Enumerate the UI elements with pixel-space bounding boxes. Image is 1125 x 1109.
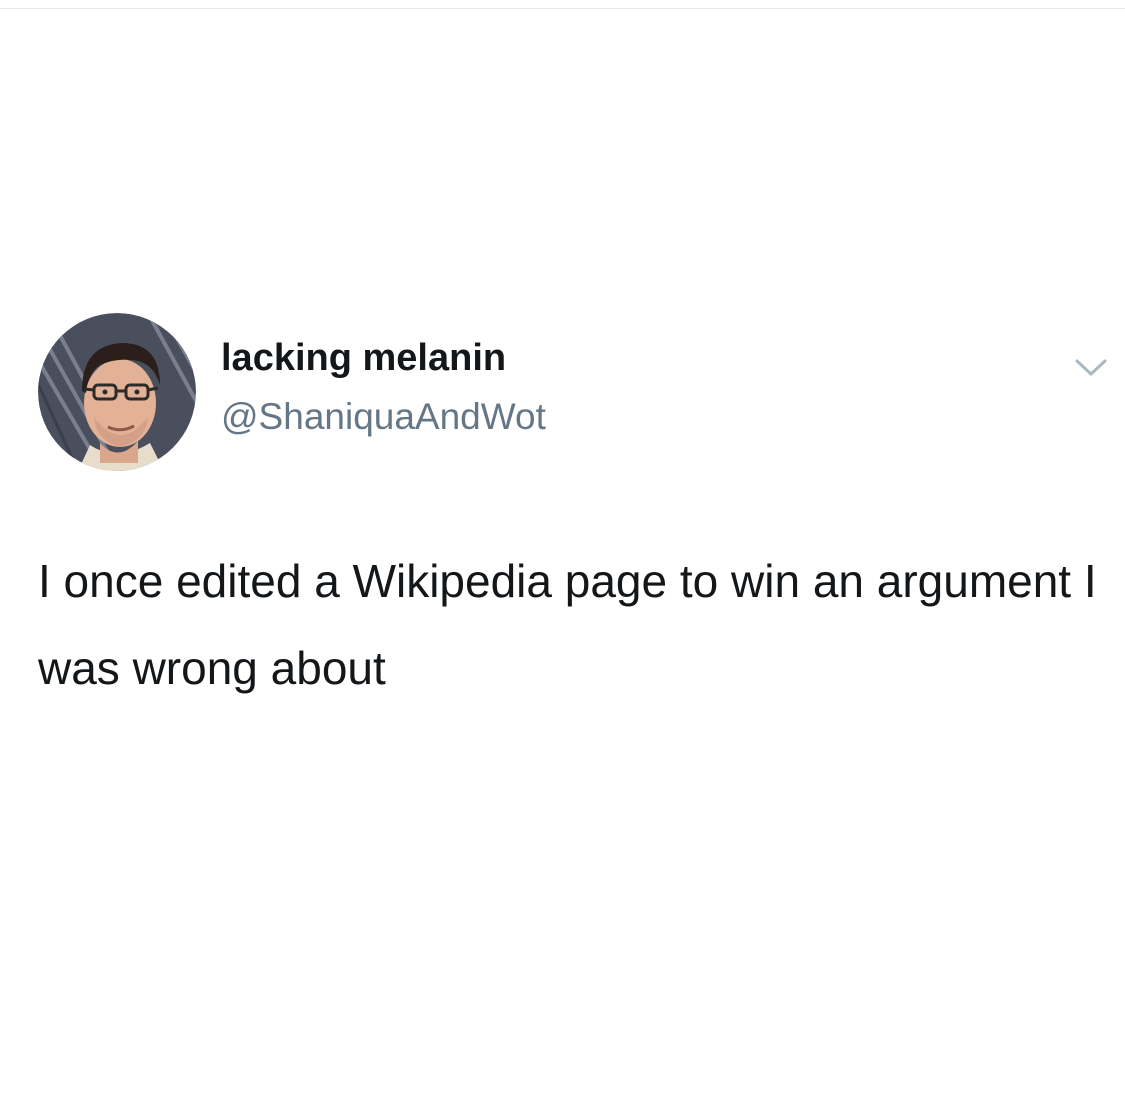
display-name[interactable]: lacking melanin: [221, 337, 506, 380]
profile-photo-icon: [38, 313, 196, 471]
chevron-down-icon[interactable]: [1073, 355, 1109, 379]
tweet-text: I once edited a Wikipedia page to win an…: [38, 555, 1097, 694]
avatar[interactable]: [38, 313, 196, 471]
user-handle[interactable]: @ShaniquaAndWot: [221, 396, 546, 438]
top-divider: [0, 8, 1125, 9]
